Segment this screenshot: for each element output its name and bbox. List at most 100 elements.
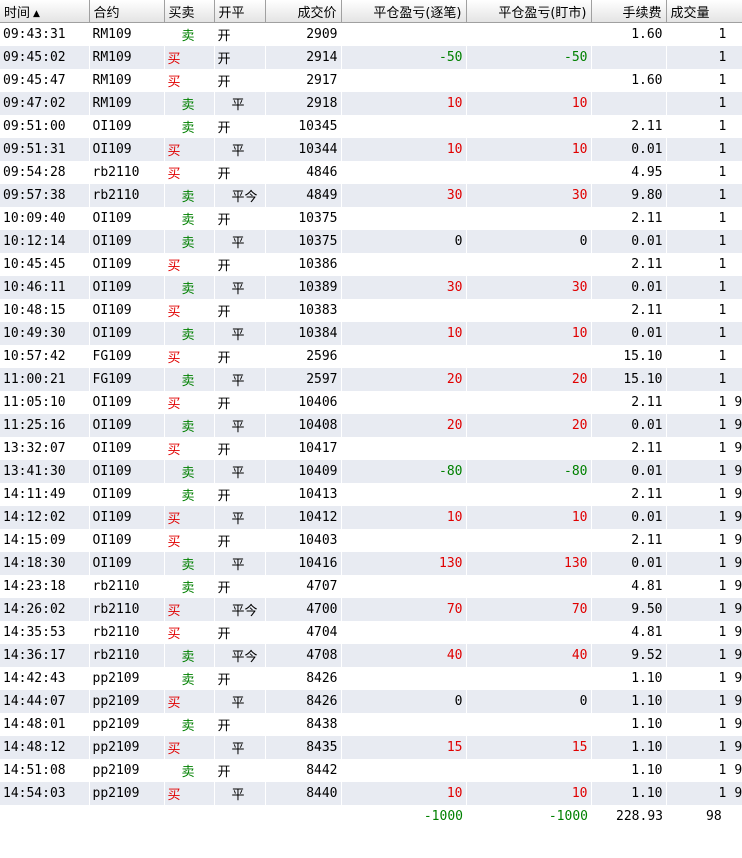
cell-pnl-by-trade: 40 [341,644,467,667]
table-row[interactable]: 14:35:53 rb2110 买开 4704 4.81 1 9 [0,621,742,644]
table-row[interactable]: 14:48:01 pp2109 卖开 8438 1.10 1 9 [0,713,742,736]
volume-value: 1 [718,648,727,663]
cell-time: 10:49:30 [0,322,90,345]
header-pnl-mark-to-market[interactable]: 平仓盈亏(盯市) [466,0,592,23]
table-row[interactable]: 09:51:31 OI109 买平 10344 10 10 0.01 1 [0,138,742,161]
cell-fee: 9.50 [591,598,667,621]
cell-price: 10409 [265,460,342,483]
cell-fee: 2.11 [591,437,667,460]
table-row[interactable]: 11:00:21 FG109 卖平 2597 20 20 15.10 1 [0,368,742,391]
table-row[interactable]: 10:48:15 OI109 买开 10383 2.11 1 [0,299,742,322]
cell-volume: 1 [666,253,742,276]
table-row[interactable]: 10:09:40 OI109 卖开 10375 2.11 1 [0,207,742,230]
cell-fee: 15.10 [591,345,667,368]
header-fee[interactable]: 手续费 [591,0,667,23]
table-row[interactable]: 10:57:42 FG109 买开 2596 15.10 1 [0,345,742,368]
cell-pnl-mark-to-market: -50 [466,46,592,69]
volume-value: 1 [718,142,727,157]
table-row[interactable]: 10:45:45 OI109 买开 10386 2.11 1 [0,253,742,276]
cell-time: 13:32:07 [0,437,90,460]
volume-value: 1 [718,487,727,502]
table-row[interactable]: 09:43:31 RM109 卖开 2909 1.60 1 [0,22,742,46]
cell-open-close: 开 [214,46,266,69]
cell-time: 10:48:15 [0,299,90,322]
table-row[interactable]: 14:15:09 OI109 买开 10403 2.11 1 9 [0,529,742,552]
table-row[interactable]: 14:48:12 pp2109 买平 8435 15 15 1.10 1 9 [0,736,742,759]
volume-value: 1 [718,257,727,272]
cell-fee: 2.11 [591,207,667,230]
volume-value: 1 [718,579,727,594]
table-row[interactable]: 10:49:30 OI109 卖平 10384 10 10 0.01 1 [0,322,742,345]
cell-price: 2918 [265,92,342,115]
table-row[interactable]: 14:11:49 OI109 卖开 10413 2.11 1 9 [0,483,742,506]
table-row[interactable]: 14:12:02 OI109 买平 10412 10 10 0.01 1 9 [0,506,742,529]
table-row[interactable]: 09:57:38 rb2110 卖平今 4849 30 30 9.80 1 [0,184,742,207]
table-row[interactable]: 14:54:03 pp2109 买平 8440 10 10 1.10 1 9 [0,782,742,805]
header-price[interactable]: 成交价 [265,0,342,23]
table-row[interactable]: 14:42:43 pp2109 卖开 8426 1.10 1 9 [0,667,742,690]
cell-pnl-by-trade: 10 [341,92,467,115]
cell-buy-sell: 买 [164,138,215,161]
header-open-close[interactable]: 开平 [214,0,266,23]
table-row[interactable]: 14:23:18 rb2110 卖开 4707 4.81 1 9 [0,575,742,598]
table-row[interactable]: 14:18:30 OI109 卖平 10416 130 130 0.01 1 9 [0,552,742,575]
header-contract[interactable]: 合约 [89,0,165,23]
volume-value: 1 [718,625,727,640]
cell-volume: 1 [666,115,742,138]
table-row[interactable]: 09:54:28 rb2110 买开 4846 4.95 1 [0,161,742,184]
cell-volume: 1 [666,138,742,161]
cell-price: 10406 [265,391,342,414]
cell-pnl-mark-to-market: 20 [466,414,592,437]
table-row[interactable]: 14:44:07 pp2109 买平 8426 0 0 1.10 1 9 [0,690,742,713]
header-pnl-by-trade[interactable]: 平仓盈亏(逐笔) [341,0,467,23]
cell-price: 8440 [265,782,342,805]
table-row[interactable]: 09:47:02 RM109 卖平 2918 10 10 1 [0,92,742,115]
volume-value: 1 [718,73,727,88]
cell-volume: 1 [666,276,742,299]
cell-fee: 15.10 [591,368,667,391]
cell-pnl-by-trade: 20 [341,414,467,437]
cell-open-close: 平 [214,460,266,483]
table-row[interactable]: 11:05:10 OI109 买开 10406 2.11 1 9 [0,391,742,414]
cell-open-close: 开 [214,713,266,736]
cell-contract: OI109 [89,552,165,575]
table-row[interactable]: 13:32:07 OI109 买开 10417 2.11 1 9 [0,437,742,460]
cell-pnl-by-trade: 30 [341,184,467,207]
table-row[interactable]: 14:51:08 pp2109 卖开 8442 1.10 1 9 [0,759,742,782]
table-row[interactable]: 10:12:14 OI109 卖平 10375 0 0 0.01 1 [0,230,742,253]
clipped-column-text: 9 [734,648,742,663]
header-time[interactable]: 时间 ▲ [0,0,90,23]
cell-time: 14:48:12 [0,736,90,759]
total-pnl-mark-to-market: -1000 [466,805,591,828]
table-row[interactable]: 11:25:16 OI109 卖平 10408 20 20 0.01 1 9 [0,414,742,437]
cell-contract: OI109 [89,506,165,529]
table-row[interactable]: 10:46:11 OI109 卖平 10389 30 30 0.01 1 [0,276,742,299]
cell-fee: 0.01 [591,230,667,253]
cell-contract: FG109 [89,368,165,391]
cell-buy-sell: 卖 [164,667,215,690]
volume-value: 1 [718,50,727,65]
cell-fee: 0.01 [591,414,667,437]
cell-time: 14:44:07 [0,690,90,713]
table-row[interactable]: 09:45:47 RM109 买开 2917 1.60 1 [0,69,742,92]
cell-open-close: 开 [214,529,266,552]
cell-volume: 1 [666,322,742,345]
header-buy-sell[interactable]: 买卖 [164,0,215,23]
cell-contract: OI109 [89,138,165,161]
cell-pnl-mark-to-market: 0 [466,230,592,253]
header-volume[interactable]: 成交量 [666,0,742,23]
clipped-column-text: 9 [734,487,742,502]
cell-contract: rb2110 [89,184,165,207]
cell-contract: RM109 [89,46,165,69]
cell-time: 14:15:09 [0,529,90,552]
cell-pnl-mark-to-market: 130 [466,552,592,575]
cell-buy-sell: 卖 [164,322,215,345]
cell-open-close: 开 [214,299,266,322]
table-row[interactable]: 13:41:30 OI109 卖平 10409 -80 -80 0.01 1 9 [0,460,742,483]
cell-open-close: 平 [214,276,266,299]
cell-time: 13:41:30 [0,460,90,483]
table-row[interactable]: 14:26:02 rb2110 买平今 4700 70 70 9.50 1 9 [0,598,742,621]
table-row[interactable]: 09:45:02 RM109 买开 2914 -50 -50 1 [0,46,742,69]
table-row[interactable]: 09:51:00 OI109 卖开 10345 2.11 1 [0,115,742,138]
table-row[interactable]: 14:36:17 rb2110 卖平今 4708 40 40 9.52 1 9 [0,644,742,667]
